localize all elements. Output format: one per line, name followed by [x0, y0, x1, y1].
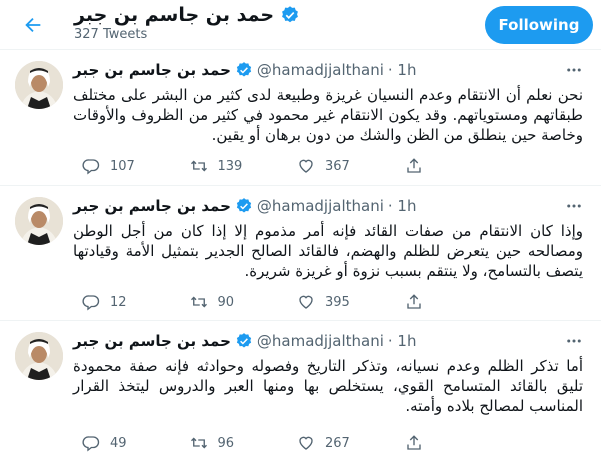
- tweet-time[interactable]: · 1h: [388, 332, 417, 350]
- avatar[interactable]: [15, 332, 63, 380]
- tweet-time[interactable]: · 1h: [388, 61, 417, 79]
- share-button[interactable]: [405, 293, 513, 311]
- avatar-image: [15, 332, 63, 380]
- tweet[interactable]: حمد بن جاسم بن جبر @hamadjjalthani · 1h …: [0, 51, 601, 186]
- like-count: 367: [325, 158, 350, 174]
- tweet-text: وإذا كان الانتقام من صفات القائد فإنه أم…: [73, 222, 583, 280]
- like-count: 395: [325, 294, 350, 310]
- retweet-icon: [190, 296, 207, 308]
- retweet-button[interactable]: 96: [190, 434, 298, 452]
- avatar[interactable]: [15, 61, 63, 109]
- like-button[interactable]: 267: [297, 434, 405, 452]
- more-options-button[interactable]: [563, 195, 585, 217]
- author-handle[interactable]: @hamadjjalthani: [257, 61, 384, 79]
- share-button[interactable]: [405, 157, 513, 175]
- author-handle[interactable]: @hamadjjalthani: [257, 332, 384, 350]
- reply-count: 107: [110, 158, 135, 174]
- retweet-count: 96: [217, 435, 235, 451]
- reply-count: 49: [110, 435, 127, 451]
- like-button[interactable]: 395: [297, 293, 405, 311]
- profile-name: حمد بن جاسم بن جبر: [74, 4, 275, 26]
- reply-icon: [82, 159, 100, 175]
- heart-icon: [299, 436, 313, 450]
- verified-badge-icon: [236, 198, 252, 213]
- retweet-button[interactable]: 139: [190, 157, 298, 175]
- tweet-text: أما تذكر الظلم وعدم نسيانه، وتذكر التاري…: [73, 357, 583, 415]
- verified-badge-icon: [282, 6, 298, 23]
- author-name[interactable]: حمد بن جاسم بن جبر: [73, 197, 231, 215]
- like-button[interactable]: 367: [297, 157, 405, 175]
- verified-badge-icon: [236, 62, 252, 77]
- avatar-image: [15, 61, 63, 109]
- more-dots-icon: [567, 339, 581, 343]
- share-icon: [406, 435, 421, 450]
- profile-header: حمد بن جاسم بن جبر 327 Tweets Following: [0, 0, 601, 50]
- retweet-count: 90: [217, 294, 235, 310]
- verified-badge-icon: [236, 333, 252, 348]
- more-options-button[interactable]: [563, 59, 585, 81]
- reply-icon: [82, 295, 100, 311]
- share-icon: [406, 158, 421, 173]
- following-button[interactable]: Following: [485, 6, 593, 44]
- author-name[interactable]: حمد بن جاسم بن جبر: [73, 332, 231, 350]
- reply-button[interactable]: 12: [82, 293, 190, 311]
- reply-count: 12: [110, 294, 127, 310]
- tweet-time[interactable]: · 1h: [388, 197, 417, 215]
- like-count: 267: [325, 435, 350, 451]
- avatar-image: [15, 197, 63, 245]
- tweet-count: 327 Tweets: [74, 27, 148, 42]
- arrow-left-icon: [25, 17, 41, 33]
- share-button[interactable]: [405, 434, 513, 452]
- retweet-icon: [190, 160, 207, 172]
- tweet-text: نحن نعلم أن الانتقام وعدم النسيان غريزة …: [73, 86, 583, 144]
- back-button[interactable]: [14, 6, 52, 44]
- more-dots-icon: [567, 204, 581, 208]
- reply-icon: [82, 436, 100, 452]
- retweet-button[interactable]: 90: [190, 293, 298, 311]
- retweet-count: 139: [217, 158, 243, 174]
- tweet[interactable]: حمد بن جاسم بن جبر @hamadjjalthani · 1h …: [0, 187, 601, 321]
- more-options-button[interactable]: [563, 330, 585, 352]
- reply-button[interactable]: 49: [82, 434, 190, 452]
- reply-button[interactable]: 107: [82, 157, 190, 175]
- more-dots-icon: [567, 68, 581, 72]
- heart-icon: [299, 159, 313, 173]
- share-icon: [406, 294, 421, 309]
- author-handle[interactable]: @hamadjjalthani: [257, 197, 384, 215]
- author-name[interactable]: حمد بن جاسم بن جبر: [73, 61, 231, 79]
- avatar[interactable]: [15, 197, 63, 245]
- retweet-icon: [190, 437, 207, 449]
- heart-icon: [299, 295, 313, 309]
- tweet[interactable]: حمد بن جاسم بن جبر @hamadjjalthani · 1h …: [0, 322, 601, 474]
